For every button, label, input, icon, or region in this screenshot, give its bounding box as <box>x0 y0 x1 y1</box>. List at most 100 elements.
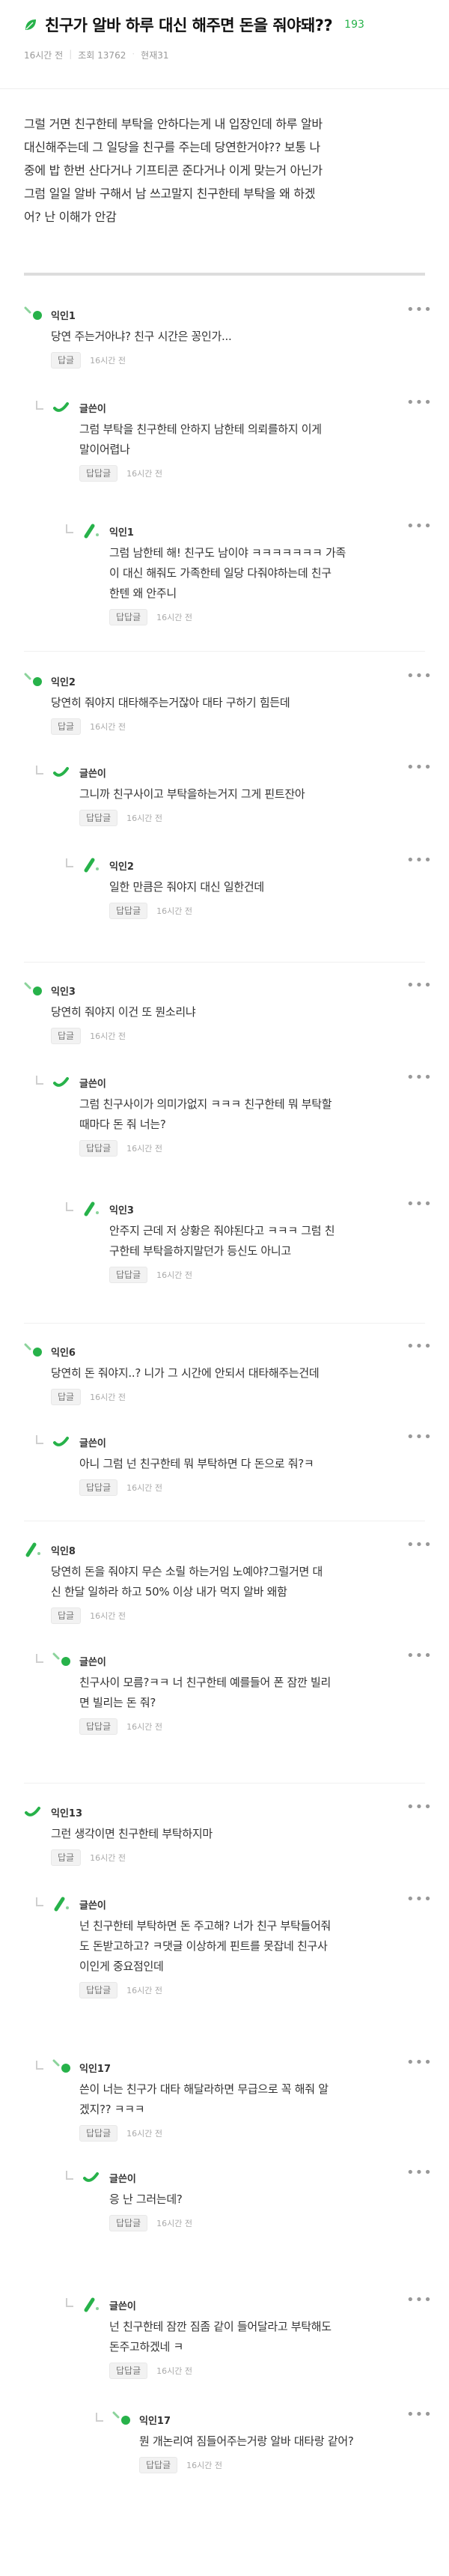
comment-author: 익인6 <box>51 1348 76 1359</box>
comment-actions: 답답글 16시간 전 <box>109 2363 192 2379</box>
more-options-icon[interactable]: ••• <box>406 1070 433 1085</box>
comment-author: 익인17 <box>79 2064 112 2075</box>
comment-text-line: 도 돈받고하고? ㅋ댓글 이상하게 핀트를 못잡네 친구사 <box>79 1939 328 1953</box>
comment-text-line: 쓴이 너는 친구가 대타 해달라하면 무급으로 꼭 해줘 알 <box>79 2082 329 2096</box>
reply-button[interactable]: 답글 <box>51 352 82 369</box>
reply-button[interactable]: 답답글 <box>79 2125 118 2142</box>
reply-indent-marker <box>36 401 43 410</box>
leaf-icon <box>24 18 37 31</box>
reply-button[interactable]: 답답글 <box>79 1140 118 1157</box>
comment-time: 16시간 전 <box>126 813 162 823</box>
avatar-icon <box>24 1342 43 1361</box>
post-body-line: 그럼 일일 알바 구해서 남 쓰고말지 친구한테 부탁을 왜 하겠 <box>24 187 316 201</box>
more-options-icon[interactable]: ••• <box>406 2055 433 2070</box>
reply-button[interactable]: 답답글 <box>109 903 148 919</box>
comment-text-line: 아니 그럼 넌 친구한테 뭐 부탁하면 다 돈으로 줘?ㅋ <box>79 1457 314 1470</box>
comment-time: 16시간 전 <box>90 356 126 366</box>
comment-actions: 답답글 16시간 전 <box>79 1140 162 1157</box>
reply-button[interactable]: 답글 <box>51 1607 82 1624</box>
post-title: 친구가 알바 하루 대신 해주면 돈을 줘야돼?? <box>45 16 333 34</box>
avatar-icon <box>52 1432 72 1452</box>
comment-time: 16시간 전 <box>90 722 126 732</box>
comment-text-line: 당연히 돈 줘야지..? 니가 그 시간에 안되서 대타해주는건데 <box>51 1366 320 1380</box>
comment-author: 글쓴이 <box>79 1079 106 1090</box>
comment-text-line: 그럼 친구사이가 의미가없지 ㅋㅋㅋ 친구한테 뭐 부탁할 <box>79 1097 332 1111</box>
comment-group-divider <box>24 651 425 652</box>
comment-author: 익인1 <box>51 311 76 322</box>
more-options-icon[interactable]: ••• <box>406 1799 433 1815</box>
comment-actions: 답답글 16시간 전 <box>79 1718 162 1735</box>
comment-text-line: 당연히 줘야지 대타해주는거잖아 대타 구하기 힘든데 <box>51 696 290 709</box>
more-options-icon[interactable]: ••• <box>406 1891 433 1907</box>
avatar-icon <box>82 2295 102 2315</box>
avatar-icon <box>24 981 43 1000</box>
avatar-icon <box>82 1199 102 1219</box>
comment-time: 16시간 전 <box>156 613 192 622</box>
reply-button[interactable]: 답답글 <box>139 2457 178 2473</box>
comment-author: 익인1 <box>109 527 134 539</box>
comment-text-line: 그럼 부탁을 친구한테 안하지 남한테 의뢰를하지 이게 <box>79 422 322 436</box>
post-time: 16시간 전 <box>24 50 64 61</box>
more-options-icon[interactable]: ••• <box>406 852 433 868</box>
comment-author: 글쓴이 <box>79 1438 106 1449</box>
reply-button[interactable]: 답글 <box>51 718 82 735</box>
comment-text-line: 그런 생각이면 친구한테 부탁하지마 <box>51 1827 213 1840</box>
post-meta: 16시간 전 | 조회 13762 · 현재31 <box>24 49 169 61</box>
comment-text-line: 친구사이 모름?ㅋㅋ 너 친구한테 예를들어 폰 잠깐 빌리 <box>79 1676 331 1689</box>
comment-author: 글쓴이 <box>109 2301 136 2312</box>
more-options-icon[interactable]: ••• <box>406 1537 433 1553</box>
post-body-line: 그럴 거면 친구한테 부탁을 안하다는게 내 입장인데 하루 알바 <box>24 117 323 131</box>
more-options-icon[interactable]: ••• <box>406 518 433 534</box>
more-options-icon[interactable]: ••• <box>406 2292 433 2308</box>
reply-button[interactable]: 답답글 <box>79 1479 118 1496</box>
reply-indent-marker <box>36 1435 43 1444</box>
reply-button[interactable]: 답답글 <box>109 2363 148 2379</box>
post-header: 친구가 알바 하루 대신 해주면 돈을 줘야돼?? 193 16시간 전 | 조… <box>0 0 449 88</box>
reply-button[interactable]: 답답글 <box>79 810 118 826</box>
reply-button[interactable]: 답글 <box>51 1028 82 1044</box>
reply-button[interactable]: 답답글 <box>79 1982 118 1998</box>
avatar-icon <box>24 1802 43 1822</box>
reply-indent-marker <box>66 858 73 867</box>
more-options-icon[interactable]: ••• <box>406 395 433 410</box>
comment-author: 글쓴이 <box>79 1657 106 1668</box>
more-options-icon[interactable]: ••• <box>406 978 433 993</box>
reply-indent-marker <box>66 2171 73 2180</box>
comment-group-divider <box>24 1323 425 1324</box>
avatar-icon <box>24 1540 43 1560</box>
comment-count[interactable]: 193 <box>344 19 364 31</box>
comment-actions: 답답글 16시간 전 <box>109 1267 192 1283</box>
more-options-icon[interactable]: ••• <box>406 1429 433 1445</box>
more-options-icon[interactable]: ••• <box>406 1648 433 1664</box>
reply-button[interactable]: 답글 <box>51 1849 82 1866</box>
more-options-icon[interactable]: ••• <box>406 302 433 318</box>
more-options-icon[interactable]: ••• <box>406 668 433 684</box>
post-recommend: 현재31 <box>141 50 169 61</box>
more-options-icon[interactable]: ••• <box>406 2407 433 2422</box>
comment-author: 익인2 <box>51 677 76 688</box>
more-options-icon[interactable]: ••• <box>406 1196 433 1212</box>
post-body-line: 중에 밥 한번 산다거나 기프티콘 준다거나 이게 맞는거 아닌가 <box>24 163 323 178</box>
more-options-icon[interactable]: ••• <box>406 1339 433 1354</box>
comment-text-line: 한텐 왜 안주니 <box>109 587 177 600</box>
comment-time: 16시간 전 <box>126 1722 162 1732</box>
comment-time: 16시간 전 <box>186 2461 222 2470</box>
reply-button[interactable]: 답글 <box>51 1389 82 1405</box>
reply-button[interactable]: 답답글 <box>109 2215 148 2231</box>
comment-text-line: 구한테 부탁을하지말던가 등신도 아니고 <box>109 1244 291 1258</box>
comment-text-line: 겠지?? ㅋㅋㅋ <box>79 2103 145 2116</box>
more-options-icon[interactable]: ••• <box>406 2165 433 2180</box>
reply-button[interactable]: 답답글 <box>109 609 148 625</box>
comment-text-line: 당연 주는거아냐? 친구 시간은 꽁인가... <box>51 330 232 343</box>
reply-button[interactable]: 답답글 <box>79 1718 118 1735</box>
reply-button[interactable]: 답답글 <box>109 1267 148 1283</box>
comment-time: 16시간 전 <box>156 2219 192 2228</box>
post-body-line: 어? 난 이해가 안감 <box>24 210 117 224</box>
more-options-icon[interactable]: ••• <box>406 760 433 775</box>
comment-actions: 답답글 16시간 전 <box>109 609 192 625</box>
reply-button[interactable]: 답답글 <box>79 465 118 482</box>
comment-actions: 답답글 16시간 전 <box>79 1479 162 1496</box>
comment-text-line: 이 대신 해줘도 가족한테 일당 다줘야하는데 친구 <box>109 566 332 580</box>
comment-author: 익인8 <box>51 1546 76 1557</box>
comment-text-line: 일한 만큼은 줘야지 대신 일한건데 <box>109 880 264 894</box>
